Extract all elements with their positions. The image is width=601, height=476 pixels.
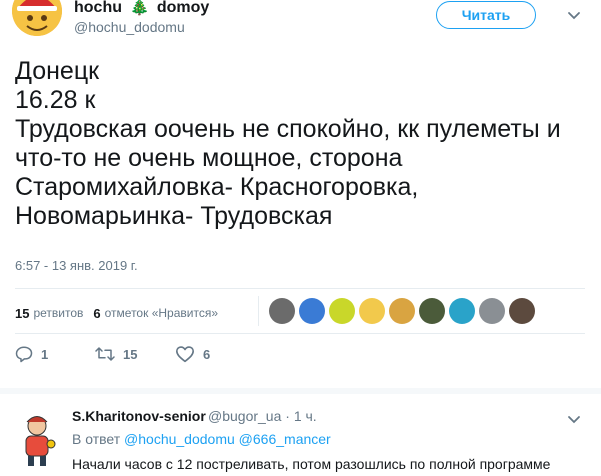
tweet-text: Донецк 16.28 к Трудовская оочень не спок…: [15, 57, 561, 230]
reply-author-avatar[interactable]: [14, 412, 60, 468]
in-reply-to: В ответ @hochu_dodomu @666_mancer: [72, 431, 331, 447]
reply-text: Начали часов с 12 постреливать, потом ра…: [72, 456, 551, 472]
retweet-button[interactable]: 15: [95, 345, 175, 363]
likes-count[interactable]: 6: [93, 306, 100, 321]
liker-avatar[interactable]: [299, 298, 325, 324]
reply-to-link-1[interactable]: @hochu_dodomu: [124, 431, 235, 447]
like-count: 6: [203, 346, 211, 362]
retweet-count: 15: [123, 346, 138, 362]
tweet-stats: 15 ретвитов 6 отметок «Нравится»: [15, 302, 218, 324]
liker-avatar[interactable]: [269, 298, 295, 324]
smiley-santa-icon: [12, 0, 62, 36]
reply-count: 1: [41, 346, 49, 362]
divider: [15, 333, 585, 334]
reply-author-name[interactable]: S.Kharitonov-senior: [72, 408, 206, 424]
liker-avatar[interactable]: [479, 298, 505, 324]
tweet-card: hochu 🎄 domoy @hochu_dodomu Читать Донец…: [0, 0, 601, 476]
retweets-label[interactable]: ретвитов: [33, 306, 83, 320]
liker-avatar[interactable]: [389, 298, 415, 324]
author-avatar[interactable]: [12, 0, 62, 36]
christmas-tree-emoji: 🎄: [129, 0, 150, 16]
liker-avatars: [258, 296, 535, 326]
liker-avatar[interactable]: [449, 298, 475, 324]
chevron-down-icon[interactable]: [565, 410, 583, 428]
liker-avatar[interactable]: [359, 298, 385, 324]
section-divider: [0, 388, 601, 394]
author-name-part2: domoy: [156, 0, 210, 16]
heart-icon: [176, 346, 194, 363]
chevron-down-icon[interactable]: [565, 6, 583, 24]
author-name-part1: hochu: [74, 0, 122, 16]
reply-icon: [15, 346, 33, 363]
retweets-count[interactable]: 15: [15, 306, 29, 321]
liker-avatar[interactable]: [329, 298, 355, 324]
follow-button[interactable]: Читать: [436, 1, 536, 29]
liker-avatar[interactable]: [509, 298, 535, 324]
likes-label[interactable]: отметок «Нравится»: [105, 306, 218, 320]
tweet-actions: 1 15 6: [15, 345, 210, 363]
cartoon-avatar-icon: [14, 412, 60, 468]
divider: [15, 288, 585, 289]
reply-author-handle: @bugor_ua · 1 ч.: [208, 408, 317, 424]
retweet-icon: [95, 347, 115, 361]
reply-to-link-2[interactable]: @666_mancer: [239, 431, 331, 447]
liker-avatar[interactable]: [419, 298, 445, 324]
in-reply-prefix: В ответ: [72, 431, 121, 447]
author-display-name[interactable]: hochu 🎄 domoy: [74, 0, 209, 17]
author-handle[interactable]: @hochu_dodomu: [74, 19, 185, 35]
like-button[interactable]: 6: [175, 345, 210, 363]
reply-button[interactable]: 1: [15, 345, 95, 363]
tweet-timestamp[interactable]: 6:57 - 13 янв. 2019 г.: [15, 258, 138, 273]
reply-time[interactable]: · 1 ч.: [285, 408, 316, 424]
reply-handle-text[interactable]: @bugor_ua: [208, 408, 281, 424]
